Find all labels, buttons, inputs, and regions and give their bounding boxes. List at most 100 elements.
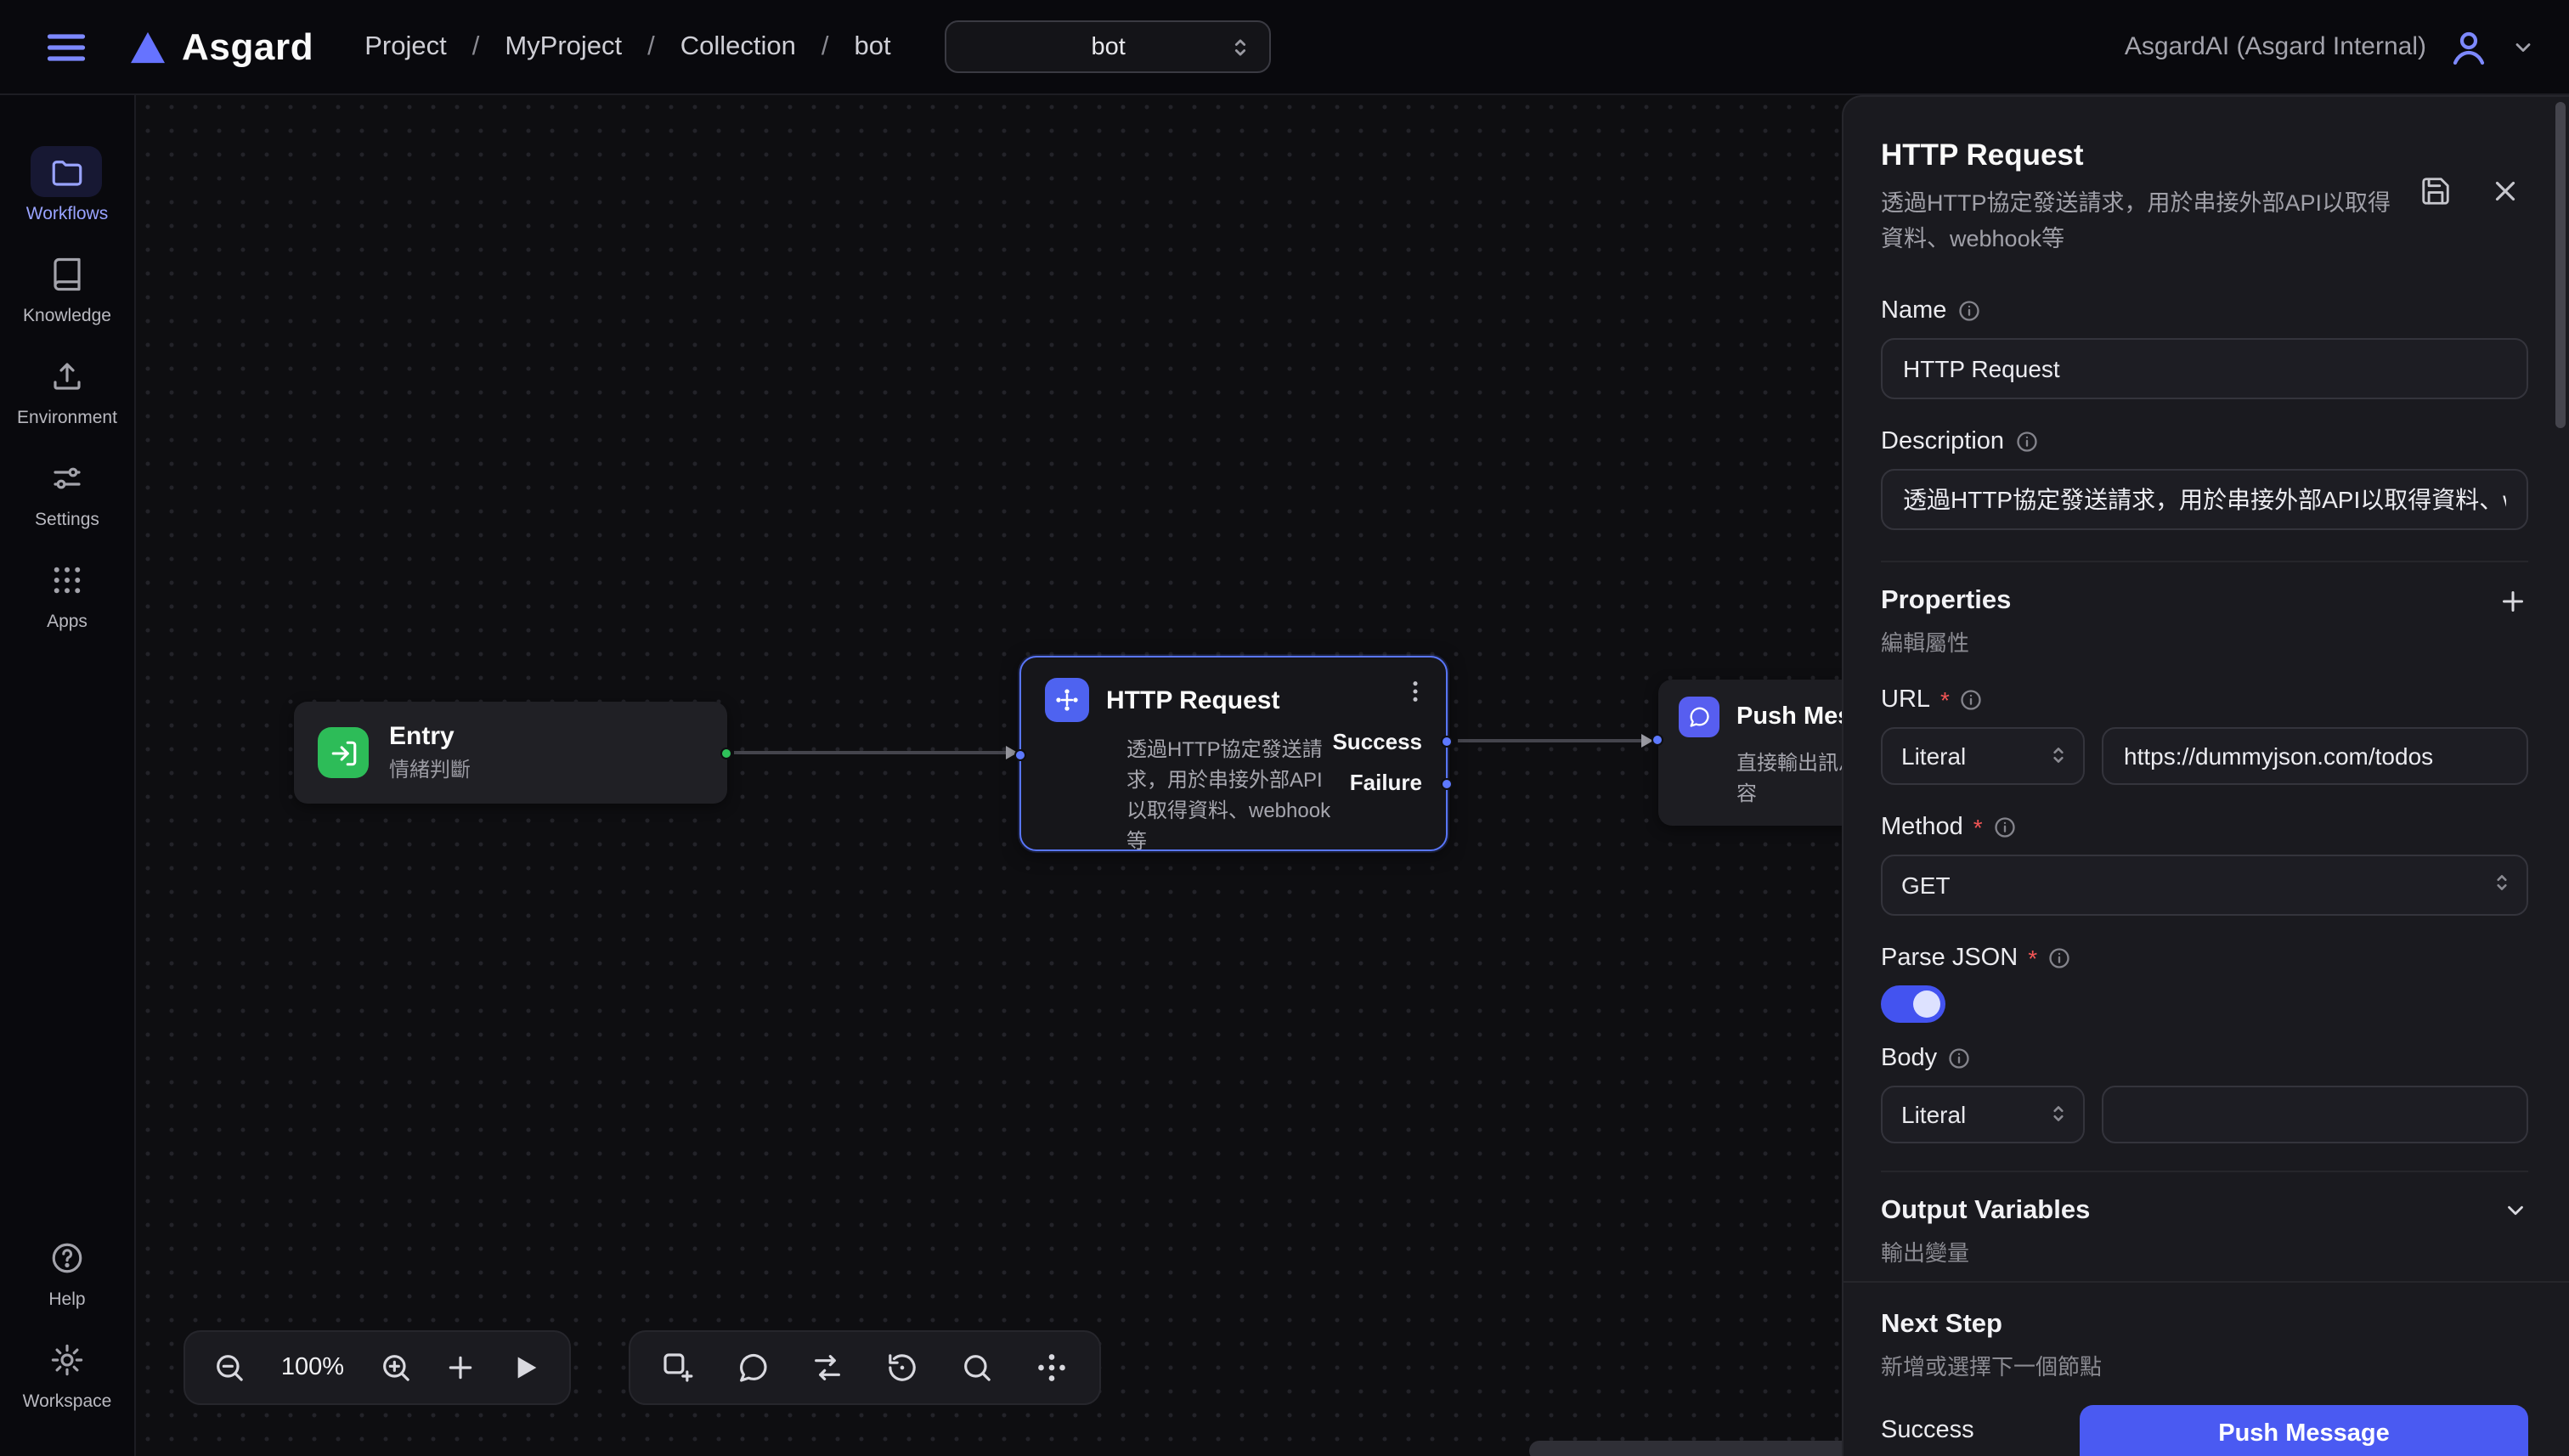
breadcrumb-bot[interactable]: bot xyxy=(855,31,891,62)
method-value: GET xyxy=(1901,872,1951,899)
sidebar-item-knowledge[interactable]: Knowledge xyxy=(23,248,111,326)
breadcrumb-myproject[interactable]: MyProject xyxy=(505,31,622,62)
app-logo[interactable]: Asgard xyxy=(129,25,313,69)
select-updown-icon xyxy=(1229,36,1253,59)
sidebar-label: Workflows xyxy=(26,204,108,224)
required-marker: * xyxy=(1940,686,1950,714)
chevron-down-icon[interactable] xyxy=(2511,35,2535,59)
app-name: Asgard xyxy=(182,25,313,69)
http-success-handle[interactable] xyxy=(1441,736,1453,748)
sidebar-item-settings[interactable]: Settings xyxy=(31,452,103,530)
sidebar-label: Apps xyxy=(47,612,88,632)
body-mode-select[interactable]: Literal xyxy=(1881,1086,2085,1143)
info-icon[interactable] xyxy=(1947,1047,1971,1070)
body-mode-value: Literal xyxy=(1901,1101,1966,1128)
required-marker: * xyxy=(2028,945,2037,972)
logo-triangle-icon xyxy=(129,30,167,64)
account-menu[interactable]: AsgardAI (Asgard Internal) xyxy=(2125,26,2535,67)
entry-output-handle[interactable] xyxy=(720,747,732,759)
divider xyxy=(1881,1171,2528,1172)
user-avatar-icon[interactable] xyxy=(2448,26,2489,67)
info-icon[interactable] xyxy=(1993,815,2017,839)
zoom-out-icon[interactable] xyxy=(212,1351,246,1385)
push-message-icon xyxy=(1679,697,1719,737)
node-http-request[interactable]: HTTP Request 透過HTTP協定發送請求，用於串接外部API以取得資料… xyxy=(1019,656,1448,851)
breadcrumb-project[interactable]: Project xyxy=(364,31,447,62)
breadcrumb: Project / MyProject / Collection / bot xyxy=(364,31,890,62)
properties-subtitle: 編輯屬性 xyxy=(1881,625,2528,657)
next-step-title: Next Step xyxy=(1881,1310,2528,1340)
workflow-select[interactable]: bot xyxy=(946,20,1272,73)
node-subtitle: 情緒判斷 xyxy=(389,754,471,783)
sidebar-item-workflows[interactable]: Workflows xyxy=(26,146,108,224)
menu-icon[interactable] xyxy=(44,25,88,69)
node-menu-icon[interactable] xyxy=(1402,678,1429,705)
add-icon[interactable] xyxy=(443,1351,477,1385)
url-label: URL xyxy=(1881,686,1930,714)
url-mode-select[interactable]: Literal xyxy=(1881,727,2085,785)
auto-layout-icon[interactable] xyxy=(885,1351,919,1385)
chevron-down-icon[interactable] xyxy=(2503,1199,2528,1224)
toggle-knob xyxy=(1913,990,1940,1018)
zoom-toolbar: 100% xyxy=(184,1330,571,1405)
comment-icon[interactable] xyxy=(736,1351,770,1385)
app-window: Asgard Project / MyProject / Collection … xyxy=(0,0,2569,1456)
breadcrumb-collection[interactable]: Collection xyxy=(680,31,796,62)
add-node-icon[interactable] xyxy=(661,1351,695,1385)
fit-view-icon[interactable] xyxy=(1035,1351,1069,1385)
push-message-button[interactable]: Push Message xyxy=(2080,1405,2528,1456)
description-input[interactable] xyxy=(1881,469,2528,530)
push-input-handle[interactable] xyxy=(1652,734,1663,746)
url-input[interactable] xyxy=(2102,727,2528,785)
info-icon[interactable] xyxy=(2014,430,2038,454)
body-input[interactable] xyxy=(2102,1086,2528,1143)
next-step-section: Next Step 新增或選擇下一個節點 Success Push Messag… xyxy=(1843,1281,2569,1456)
tools-toolbar xyxy=(629,1330,1101,1405)
http-input-handle[interactable] xyxy=(1014,749,1026,761)
breadcrumb-separator: / xyxy=(822,31,829,62)
zoom-in-icon[interactable] xyxy=(379,1351,413,1385)
select-updown-icon xyxy=(2047,1103,2069,1125)
add-property-icon[interactable] xyxy=(2498,586,2528,617)
node-entry[interactable]: Entry 情緒判斷 xyxy=(294,702,727,804)
next-step-subtitle: 新增或選擇下一個節點 xyxy=(1881,1349,2528,1381)
entry-icon xyxy=(318,727,369,778)
info-icon[interactable] xyxy=(1960,688,1984,712)
vertical-scrollbar[interactable] xyxy=(2555,102,2566,428)
sidebar-item-help[interactable]: Help xyxy=(31,1232,103,1310)
sidebar-item-workspace[interactable]: Workspace xyxy=(23,1334,112,1412)
book-icon xyxy=(49,256,85,291)
close-icon[interactable] xyxy=(2489,175,2521,207)
run-icon[interactable] xyxy=(508,1351,542,1385)
name-input[interactable] xyxy=(1881,338,2528,399)
url-mode-value: Literal xyxy=(1901,742,1966,770)
info-icon[interactable] xyxy=(2047,946,2071,970)
edge-http-to-push[interactable] xyxy=(1458,739,1641,742)
swap-connections-icon[interactable] xyxy=(810,1351,844,1385)
output-variables-subtitle: 輸出變量 xyxy=(1881,1235,2528,1267)
gear-icon xyxy=(49,1341,85,1377)
save-icon[interactable] xyxy=(2419,175,2452,207)
sidebar-label: Environment xyxy=(17,408,117,428)
sidebar-label: Workspace xyxy=(23,1391,112,1412)
sidebar-label: Help xyxy=(48,1290,85,1310)
http-failure-handle[interactable] xyxy=(1441,778,1453,790)
body-label: Body xyxy=(1881,1045,1937,1072)
sidebar-item-environment[interactable]: Environment xyxy=(17,350,117,428)
top-navbar: Asgard Project / MyProject / Collection … xyxy=(0,0,2569,95)
name-label: Name xyxy=(1881,297,1946,324)
left-sidebar: Workflows Knowledge Environment Settings… xyxy=(0,95,136,1456)
method-select[interactable]: GET xyxy=(1881,855,2528,916)
properties-title: Properties xyxy=(1881,586,2011,617)
search-icon[interactable] xyxy=(960,1351,994,1385)
parse-json-toggle[interactable] xyxy=(1881,985,1945,1023)
info-icon[interactable] xyxy=(1956,299,1980,323)
output-label-success: Success xyxy=(1332,729,1422,754)
edge-entry-to-http[interactable] xyxy=(734,751,1006,754)
node-title: Entry xyxy=(389,722,471,751)
sidebar-item-apps[interactable]: Apps xyxy=(31,554,103,632)
node-properties-panel: HTTP Request 透過HTTP協定發送請求，用於串接外部API以取得資料… xyxy=(1842,95,2569,1456)
output-label-failure: Failure xyxy=(1350,770,1422,795)
zoom-level: 100% xyxy=(277,1354,348,1381)
account-label: AsgardAI (Asgard Internal) xyxy=(2125,32,2426,61)
